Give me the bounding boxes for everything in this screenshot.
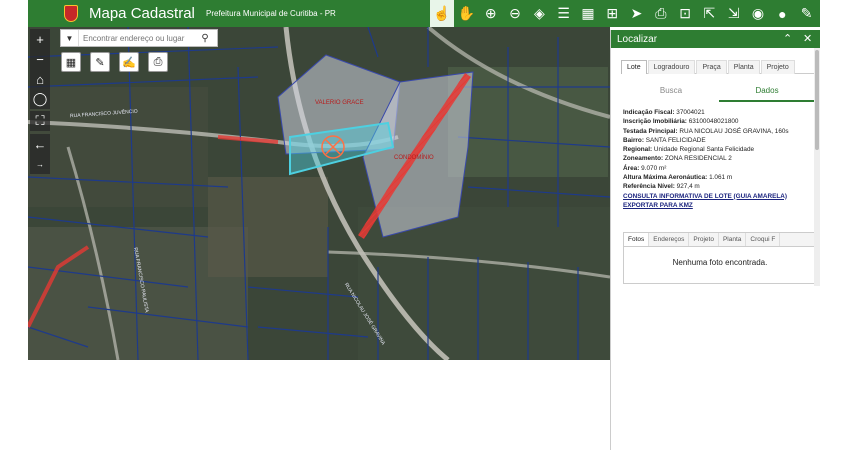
- panel-scrollbar[interactable]: [814, 48, 820, 286]
- info-altura: Altura Máxima Aeronáutica: 1.061 m: [623, 174, 733, 182]
- home-icon[interactable]: ⌂: [30, 69, 50, 89]
- app-subtitle: Prefeitura Municipal de Curitiba - PR: [206, 9, 336, 18]
- info-referencia: Referência Nível: 927,4 m: [623, 183, 700, 191]
- zoom-out-button[interactable]: −: [30, 49, 50, 69]
- satellite-map: [28, 27, 610, 360]
- edit-icon[interactable]: ✎: [794, 0, 818, 27]
- tab-croqui[interactable]: Croqui F: [746, 233, 781, 246]
- no-photo-message: Nenhuma foto encontrada.: [672, 258, 768, 267]
- app-window: Mapa Cadastral Prefeitura Municipal de C…: [0, 0, 850, 450]
- list-icon[interactable]: ☰: [551, 0, 575, 27]
- draw-icon[interactable]: ✎: [90, 52, 110, 72]
- info-inscricao: Inscrição Imobiliária: 63100048021800: [623, 118, 739, 126]
- consulta-link[interactable]: CONSULTA INFORMATIVA DE LOTE (GUIA AMARE…: [623, 192, 817, 201]
- back-icon[interactable]: ←: [30, 134, 50, 154]
- photo-tabs: Fotos Endereços Projeto Planta Croqui F: [624, 233, 816, 247]
- panel-title: Localizar: [617, 33, 658, 45]
- locate-me-icon[interactable]: ◯: [30, 89, 50, 109]
- tab-planta[interactable]: Planta: [727, 60, 760, 74]
- print-icon[interactable]: ⎙: [649, 0, 673, 27]
- info-bairro: Bairro: SANTA FELICIDADE: [623, 136, 706, 144]
- zoom-in-icon[interactable]: ⊕: [479, 0, 503, 27]
- basemap-icon[interactable]: ▦: [61, 52, 81, 72]
- info-area: Área: 9.070 m²: [623, 164, 667, 172]
- top-bar: Mapa Cadastral Prefeitura Municipal de C…: [28, 0, 836, 27]
- search-input[interactable]: [79, 31, 195, 45]
- pan-icon[interactable]: ✋: [454, 0, 478, 27]
- globe-icon[interactable]: ●: [770, 0, 794, 27]
- info-indicacao: Indicação Fiscal: 37004021: [623, 109, 705, 116]
- collapse-icon[interactable]: ⌃: [783, 32, 792, 45]
- close-icon[interactable]: ✕: [803, 32, 812, 45]
- main-toolbar: ☝ ✋ ⊕ ⊖ ◈ ☰ ▦ ⊞ ➤ ⎙ ⊡ ⇱ ⇲ ◉ ● ✎ ⧉ ≡: [430, 0, 850, 27]
- identify-icon[interactable]: ☝: [430, 0, 455, 27]
- subtab-dados[interactable]: Dados: [719, 80, 815, 102]
- tab-enderecos[interactable]: Endereços: [649, 233, 690, 246]
- address-search: ▼ ⚲: [60, 29, 218, 47]
- zoom-out-icon[interactable]: ⊖: [503, 0, 527, 27]
- locate-panel: Localizar ⌃ ✕ Lote Logradouro Praça Plan…: [610, 30, 820, 450]
- info-zoneamento: Zoneamento: ZONA RESIDENCIAL 2: [623, 155, 732, 163]
- print-map-icon[interactable]: ⎙: [148, 52, 168, 72]
- search-icon[interactable]: ⚲: [195, 30, 215, 46]
- photo-section: Fotos Endereços Projeto Planta Croqui F …: [623, 232, 817, 284]
- export-kmz-link[interactable]: EXPORTAR PARA KMZ: [623, 201, 817, 210]
- tab-fotos[interactable]: Fotos: [624, 233, 650, 246]
- panel-subtabs: Busca Dados: [623, 80, 815, 102]
- scrollbar-thumb[interactable]: [815, 50, 819, 150]
- menu-icon[interactable]: ≡: [843, 0, 850, 27]
- map-view[interactable]: VALERIO GRACE CONDOMÍNIO RUA NICOLAU JOS…: [28, 27, 610, 360]
- import-icon[interactable]: ⇲: [722, 0, 746, 27]
- map-label-condo: CONDOMÍNIO: [394, 155, 434, 161]
- measure-icon[interactable]: ⊞: [600, 0, 624, 27]
- zoom-in-button[interactable]: +: [30, 29, 50, 49]
- pin-icon[interactable]: ➤: [624, 0, 648, 27]
- lot-info: Indicação Fiscal: 37004021 Inscrição Imo…: [623, 108, 817, 210]
- subtab-busca[interactable]: Busca: [623, 80, 719, 102]
- map-label-lot: VALERIO GRACE: [315, 100, 364, 106]
- edit-layer-icon[interactable]: ✍: [119, 52, 139, 72]
- chevron-down-icon[interactable]: ▼: [61, 30, 79, 46]
- info-testada: Testada Principal: RUA NICOLAU JOSÉ GRAV…: [623, 127, 789, 135]
- compare-icon[interactable]: ⧉: [819, 0, 843, 27]
- panel-tabs: Lote Logradouro Praça Planta Projeto: [621, 60, 817, 74]
- tab-logradouro[interactable]: Logradouro: [647, 60, 696, 74]
- tab-projeto-foto[interactable]: Projeto: [689, 233, 719, 246]
- tab-planta-foto[interactable]: Planta: [719, 233, 747, 246]
- fullscreen-icon[interactable]: ⛶: [30, 111, 50, 131]
- add-icon[interactable]: ⊡: [673, 0, 697, 27]
- info-regional: Regional: Unidade Regional Santa Felicid…: [623, 146, 755, 154]
- grid-icon[interactable]: ▦: [576, 0, 600, 27]
- layers-icon[interactable]: ◈: [527, 0, 551, 27]
- export-icon[interactable]: ⇱: [697, 0, 721, 27]
- tab-praca[interactable]: Praça: [696, 60, 727, 74]
- panel-header: Localizar ⌃ ✕: [611, 30, 820, 48]
- tab-projeto[interactable]: Projeto: [760, 60, 795, 74]
- city-logo: [64, 5, 78, 22]
- forward-icon[interactable]: →: [30, 154, 50, 174]
- app-title: Mapa Cadastral: [89, 5, 195, 22]
- tab-lote[interactable]: Lote: [621, 60, 647, 74]
- locate-icon[interactable]: ◉: [746, 0, 770, 27]
